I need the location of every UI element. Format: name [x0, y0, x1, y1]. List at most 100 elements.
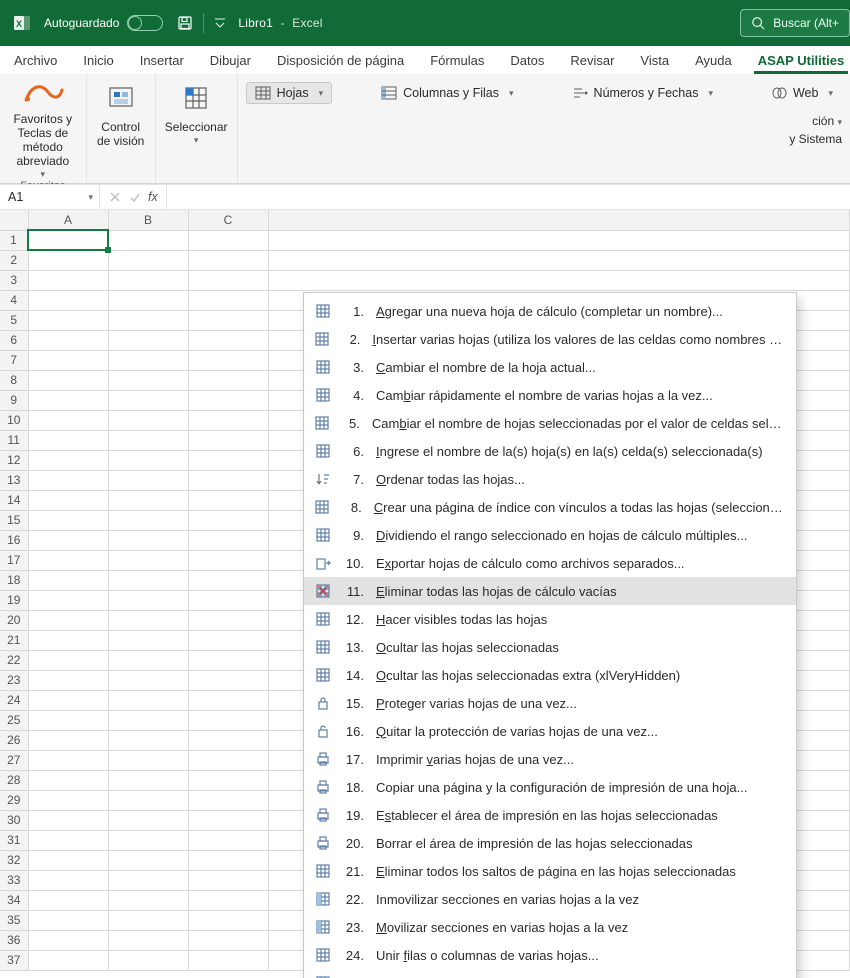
cell[interactable]	[108, 370, 188, 390]
menu-item[interactable]: 19.Establecer el área de impresión en la…	[304, 801, 796, 829]
cell[interactable]	[28, 610, 108, 630]
cell[interactable]	[28, 750, 108, 770]
cell[interactable]	[108, 510, 188, 530]
cell[interactable]	[28, 650, 108, 670]
tab-datos[interactable]: Datos	[506, 49, 548, 74]
cell[interactable]	[28, 890, 108, 910]
cell[interactable]	[188, 710, 268, 730]
cell[interactable]	[28, 530, 108, 550]
cell[interactable]	[188, 950, 268, 970]
qat-customize-icon[interactable]	[214, 16, 226, 30]
row-header[interactable]: 7	[0, 350, 28, 370]
cell[interactable]	[188, 270, 268, 290]
cell[interactable]	[28, 350, 108, 370]
row-header[interactable]: 25	[0, 710, 28, 730]
cell[interactable]	[108, 590, 188, 610]
cell[interactable]	[188, 250, 268, 270]
group-control-vision[interactable]: Control de visión	[87, 74, 156, 183]
row-header[interactable]: 13	[0, 470, 28, 490]
cell[interactable]	[28, 470, 108, 490]
cell[interactable]	[108, 450, 188, 470]
cell[interactable]	[108, 750, 188, 770]
cell[interactable]	[28, 850, 108, 870]
name-box[interactable]: A1 ▾	[0, 185, 100, 209]
favoritos-icon[interactable]	[19, 80, 67, 108]
row-header[interactable]: 4	[0, 290, 28, 310]
search-box[interactable]: Buscar (Alt+	[740, 9, 850, 37]
menu-item[interactable]: 8.Crear una página de índice con vínculo…	[304, 493, 796, 521]
cell[interactable]	[268, 230, 850, 250]
cell[interactable]	[28, 490, 108, 510]
fx-icon[interactable]: fx	[148, 190, 158, 204]
row-header[interactable]: 3	[0, 270, 28, 290]
menu-item[interactable]: 5.Cambiar el nombre de hojas seleccionad…	[304, 409, 796, 437]
cell[interactable]	[28, 690, 108, 710]
cell[interactable]	[108, 430, 188, 450]
save-icon[interactable]	[177, 15, 193, 31]
btn-web[interactable]: Web ▾	[762, 82, 842, 104]
cell[interactable]	[188, 850, 268, 870]
cell[interactable]	[108, 950, 188, 970]
cell[interactable]	[268, 250, 850, 270]
btn-numeros-fechas[interactable]: Números y Fechas ▾	[563, 82, 722, 104]
cell[interactable]	[108, 790, 188, 810]
cell[interactable]	[108, 690, 188, 710]
cell[interactable]	[28, 550, 108, 570]
cell[interactable]	[188, 570, 268, 590]
row-header[interactable]: 6	[0, 330, 28, 350]
btn-columnas-filas[interactable]: Columnas y Filas ▾	[372, 82, 522, 104]
row-header[interactable]: 37	[0, 950, 28, 970]
cell[interactable]	[108, 570, 188, 590]
cell[interactable]	[188, 810, 268, 830]
cell[interactable]	[108, 350, 188, 370]
cell[interactable]	[28, 430, 108, 450]
cell[interactable]	[108, 290, 188, 310]
col-header-b[interactable]: B	[108, 210, 188, 230]
row-header[interactable]: 20	[0, 610, 28, 630]
menu-item[interactable]: 23.Movilizar secciones en varias hojas a…	[304, 913, 796, 941]
cell[interactable]	[188, 930, 268, 950]
tab-disposicion[interactable]: Disposición de página	[273, 49, 408, 74]
menu-item[interactable]: 2.Insertar varias hojas (utiliza los val…	[304, 325, 796, 353]
cell[interactable]	[28, 570, 108, 590]
menu-item[interactable]: 15.Proteger varias hojas de una vez...	[304, 689, 796, 717]
tab-ayuda[interactable]: Ayuda	[691, 49, 736, 74]
cell[interactable]	[108, 270, 188, 290]
menu-item[interactable]: 24.Unir filas o columnas de varias hojas…	[304, 941, 796, 969]
tab-asap-utilities[interactable]: ASAP Utilities	[754, 49, 848, 74]
cell[interactable]	[108, 330, 188, 350]
cell[interactable]	[28, 370, 108, 390]
cell[interactable]	[188, 470, 268, 490]
tab-vista[interactable]: Vista	[636, 49, 673, 74]
cell[interactable]	[108, 530, 188, 550]
cell[interactable]	[108, 410, 188, 430]
row-header[interactable]: 26	[0, 730, 28, 750]
row-header[interactable]: 33	[0, 870, 28, 890]
row-header[interactable]: 12	[0, 450, 28, 470]
cell[interactable]	[188, 910, 268, 930]
cell[interactable]	[188, 530, 268, 550]
row-header[interactable]: 34	[0, 890, 28, 910]
row-header[interactable]: 28	[0, 770, 28, 790]
row-header[interactable]: 27	[0, 750, 28, 770]
menu-item[interactable]: 6.Ingrese el nombre de la(s) hoja(s) en …	[304, 437, 796, 465]
row-header[interactable]: 10	[0, 410, 28, 430]
cell[interactable]	[188, 370, 268, 390]
col-header-rest[interactable]	[268, 210, 850, 230]
cell[interactable]	[188, 670, 268, 690]
cell[interactable]	[28, 950, 108, 970]
cell[interactable]	[188, 650, 268, 670]
cell[interactable]	[28, 450, 108, 470]
tab-inicio[interactable]: Inicio	[79, 49, 117, 74]
cell[interactable]	[108, 470, 188, 490]
row-header[interactable]: 9	[0, 390, 28, 410]
cell[interactable]	[188, 450, 268, 470]
cell[interactable]	[108, 610, 188, 630]
menu-item[interactable]: 13.Ocultar las hojas seleccionadas	[304, 633, 796, 661]
cell[interactable]	[188, 490, 268, 510]
menu-item[interactable]: 21.Eliminar todos los saltos de página e…	[304, 857, 796, 885]
row-header[interactable]: 21	[0, 630, 28, 650]
cell[interactable]	[188, 590, 268, 610]
menu-item[interactable]: 18.Copiar una página y la configuración …	[304, 773, 796, 801]
menu-item[interactable]: 17.Imprimir varias hojas de una vez...	[304, 745, 796, 773]
